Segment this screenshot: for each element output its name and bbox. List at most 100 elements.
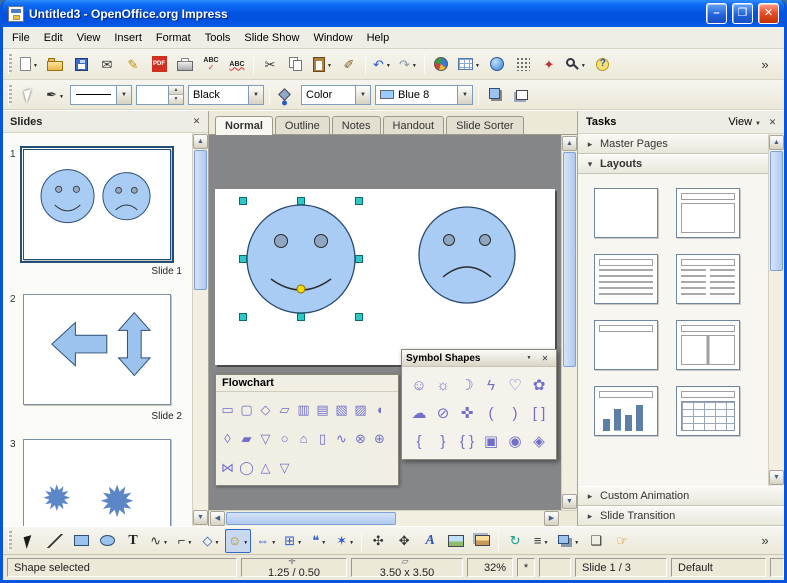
dropdown-caret-icon[interactable] [297, 535, 302, 547]
slide-frame[interactable]: ✹ ✹ [23, 149, 171, 260]
dropdown-caret-icon[interactable] [215, 535, 220, 547]
more-buttons-icon[interactable]: » [753, 529, 777, 553]
menu-insert[interactable]: Insert [107, 29, 149, 47]
menu-slide-show[interactable]: Slide Show [237, 29, 306, 47]
flowchart-alternate-process-shape[interactable]: ▢ [237, 395, 256, 424]
dropdown-caret-icon[interactable] [349, 535, 354, 547]
paste-icon[interactable] [310, 52, 335, 76]
new-document-icon[interactable] [17, 52, 41, 76]
toolbar-handle[interactable] [8, 531, 12, 551]
layout-title-content[interactable] [676, 188, 740, 238]
cloud-shape-icon[interactable]: ☁ [407, 399, 431, 427]
scrollbar-thumb[interactable] [194, 150, 207, 290]
save-icon[interactable] [69, 52, 93, 76]
double-brace-shape-icon[interactable]: { } [455, 427, 479, 455]
layout-title-two-content[interactable] [676, 320, 740, 370]
edit-points-icon[interactable]: ✣ [366, 529, 390, 553]
section-custom-animation[interactable]: Custom Animation [578, 486, 784, 506]
flowchart-internal-storage-shape[interactable]: ▤ [313, 395, 332, 424]
scrollbar-thumb[interactable] [563, 152, 576, 367]
gallery-icon[interactable] [470, 529, 494, 553]
combo-dropdown-icon[interactable] [355, 86, 370, 104]
export-pdf-icon[interactable]: PDF [147, 52, 171, 76]
left-brace-shape-icon[interactable]: { [407, 427, 431, 455]
rectangle-icon[interactable] [69, 529, 93, 553]
lightning-shape-icon[interactable]: ϟ [479, 371, 503, 399]
scrollbar-thumb[interactable] [770, 151, 783, 271]
connector-icon[interactable]: ⌐ [173, 529, 197, 553]
frowny-face-shape[interactable] [419, 207, 515, 303]
smiley-shape-icon[interactable]: ☺ [407, 371, 431, 399]
zoom-level[interactable]: 32% [467, 558, 513, 577]
maximize-button[interactable]: ❐ [732, 3, 753, 24]
menu-view[interactable]: View [70, 29, 108, 47]
undo-icon[interactable]: ↶ [370, 52, 394, 76]
selection-handle[interactable] [356, 256, 363, 263]
scroll-right-icon[interactable] [544, 511, 559, 526]
dropdown-caret-icon[interactable] [187, 535, 192, 547]
vertical-scrollbar[interactable] [561, 135, 577, 510]
flowchart-summing-junction-shape[interactable]: ⊗ [351, 424, 370, 453]
template-name[interactable]: Default [671, 558, 766, 577]
workspace[interactable]: Flowchart ▭ ▢ ◇ ▱ ▥ [209, 135, 561, 510]
slide-thumbnail[interactable]: 1 [23, 149, 184, 278]
select-pointer-icon[interactable] [17, 83, 41, 107]
selection-handle[interactable] [356, 314, 363, 321]
menu-help[interactable]: Help [360, 29, 397, 47]
line-width-spinner[interactable] [136, 85, 184, 105]
scroll-up-icon[interactable] [769, 135, 784, 150]
dropdown-caret-icon[interactable] [412, 58, 417, 70]
section-master-pages[interactable]: Master Pages [578, 134, 768, 154]
text-icon[interactable]: T [121, 529, 145, 553]
section-slide-transition[interactable]: Slide Transition [578, 506, 784, 526]
display-grid-icon[interactable] [511, 52, 535, 76]
sun-shape-icon[interactable]: ☼ [431, 371, 455, 399]
tab-notes[interactable]: Notes [332, 116, 381, 134]
curve-icon[interactable]: ∿ [147, 529, 171, 553]
fill-color-combobox[interactable]: Blue 8 [375, 85, 473, 105]
line-style-combobox[interactable] [70, 85, 132, 105]
flowchart-collate-shape[interactable]: ⋈ [218, 453, 237, 482]
flowchart-merge-shape[interactable]: ▽ [275, 453, 294, 482]
zoom-icon[interactable] [563, 52, 589, 76]
dropdown-caret-icon[interactable] [581, 58, 586, 70]
symbol-shapes-titlebar[interactable]: Symbol Shapes [402, 350, 556, 367]
alignment-icon[interactable]: ≡ [529, 529, 553, 553]
layout-title-text[interactable] [594, 254, 658, 304]
double-bracket-shape-icon[interactable]: [ ] [527, 399, 551, 427]
combo-dropdown-icon[interactable] [116, 86, 131, 104]
dropdown-caret-icon[interactable] [544, 535, 549, 547]
tasks-scrollbar[interactable] [768, 134, 784, 486]
email-icon[interactable]: ✉ [95, 52, 119, 76]
layout-title-only[interactable] [594, 320, 658, 370]
select-icon[interactable] [17, 529, 41, 553]
section-layouts[interactable]: Layouts [578, 154, 768, 174]
flowchart-terminator-shape[interactable]: ◖ [370, 395, 389, 424]
shadow-button[interactable] [483, 83, 507, 107]
menu-edit[interactable]: Edit [37, 29, 70, 47]
tab-slide-sorter[interactable]: Slide Sorter [446, 116, 523, 134]
line-icon[interactable] [43, 529, 67, 553]
slides-scrollbar[interactable] [192, 133, 208, 526]
chart-icon[interactable] [429, 52, 453, 76]
spin-down-icon[interactable] [169, 94, 183, 104]
diamond-bevel-shape-icon[interactable]: ◈ [527, 427, 551, 455]
selection-handle[interactable] [298, 198, 305, 205]
scroll-down-icon[interactable] [193, 510, 208, 525]
toolbar-options-icon[interactable] [522, 352, 536, 365]
flowchart-or-shape[interactable]: ⊕ [370, 424, 389, 453]
scrollbar-thumb[interactable] [226, 512, 396, 525]
print-icon[interactable] [173, 52, 197, 76]
view-menu[interactable]: View [728, 116, 761, 128]
slide-frame[interactable]: ✹ ✹ [23, 294, 171, 405]
right-brace-shape-icon[interactable]: } [431, 427, 455, 455]
flowchart-card-shape[interactable]: ▯ [313, 424, 332, 453]
scroll-up-icon[interactable] [193, 134, 208, 149]
flowchart-manual-input-shape[interactable]: ▰ [237, 424, 256, 453]
octagon-bevel-shape-icon[interactable]: ◉ [503, 427, 527, 455]
rotate-icon[interactable]: ↻ [503, 529, 527, 553]
tab-normal[interactable]: Normal [215, 116, 273, 135]
open-icon[interactable] [43, 52, 67, 76]
spin-up-icon[interactable] [169, 86, 183, 95]
square-bevel-shape-icon[interactable]: ▣ [479, 427, 503, 455]
